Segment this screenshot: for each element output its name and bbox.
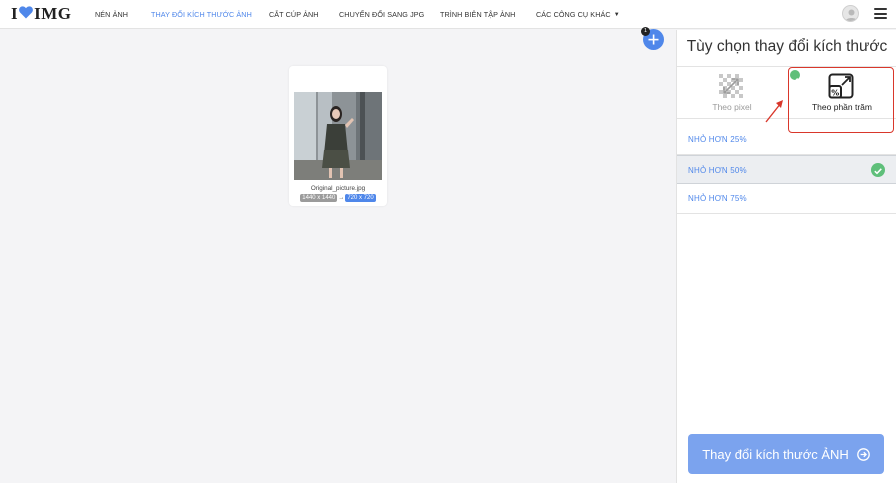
selected-check-icon bbox=[871, 162, 885, 177]
image-workspace: Original_picture.jpg 1440 x 1440 → 720 x 7… bbox=[0, 30, 676, 483]
mode-by-percentage[interactable]: % Theo phần trăm bbox=[787, 67, 896, 119]
caret-down-icon: ▼ bbox=[613, 12, 620, 18]
svg-text:%: % bbox=[831, 89, 839, 98]
logo-text-left: I bbox=[11, 4, 19, 23]
option-50-percent[interactable]: NHỎ HƠN 50% bbox=[677, 154, 896, 184]
site-logo[interactable]: I IMG bbox=[11, 4, 72, 24]
panel-title: Tùy chọn thay đổi kích thước bbox=[686, 38, 888, 55]
percentage-options-list: NHỎ HƠN 25% NHỎ HƠN 50% NHỎ HƠN 75% bbox=[677, 125, 896, 214]
check-icon bbox=[790, 70, 800, 83]
hamburger-line bbox=[874, 12, 887, 15]
mode-by-pixel[interactable]: Theo pixel bbox=[677, 67, 787, 119]
file-name: Original_picture.jpg bbox=[310, 185, 366, 192]
option-75-percent[interactable]: NHỎ HƠN 75% bbox=[677, 184, 896, 214]
pixel-resize-icon bbox=[718, 73, 744, 99]
hamburger-line bbox=[874, 17, 887, 19]
top-navbar: I IMG NÉN ẢNH THAY ĐỔI KÍCH THƯỚC ẢNH CẮ… bbox=[0, 0, 896, 29]
arrow-right-circle-icon bbox=[856, 447, 870, 461]
mode-percent-label: Theo phần trăm bbox=[811, 102, 872, 112]
option-25-percent[interactable]: NHỎ HƠN 25% bbox=[677, 125, 896, 155]
image-thumbnail bbox=[294, 92, 382, 180]
resize-images-button[interactable]: Thay đổi kích thước ẢNH bbox=[688, 434, 884, 474]
option-label: NHỎ HƠN 75% bbox=[688, 194, 747, 203]
file-dimensions: 1440 x 1440 → 720 x 720 bbox=[289, 194, 387, 202]
original-size-badge: 1440 x 1440 bbox=[300, 194, 338, 202]
image-count-badge: 1 bbox=[641, 27, 650, 36]
nav-editor[interactable]: TRÌNH BIÊN TẬP ẢNH bbox=[440, 10, 515, 19]
resize-mode-selector: Theo pixel % Theo phần trăm bbox=[677, 66, 896, 119]
nav-compress[interactable]: NÉN ẢNH bbox=[95, 10, 128, 19]
nav-convert-jpg[interactable]: CHUYỂN ĐỔI SANG JPG bbox=[339, 10, 424, 19]
nav-more-tools[interactable]: CÁC CÔNG CỤ KHÁC ▼ bbox=[536, 10, 620, 19]
option-label: NHỎ HƠN 25% bbox=[688, 135, 747, 144]
heart-icon bbox=[19, 4, 34, 24]
mode-pixel-label: Theo pixel bbox=[712, 102, 752, 112]
percent-resize-icon: % bbox=[828, 73, 854, 99]
nav-more-tools-label: CÁC CÔNG CỤ KHÁC bbox=[536, 10, 611, 19]
option-label: NHỎ HƠN 50% bbox=[688, 165, 747, 175]
hamburger-menu-icon[interactable] bbox=[874, 8, 887, 19]
file-card[interactable]: Original_picture.jpg 1440 x 1440 → 720 x 7… bbox=[289, 66, 387, 206]
nav-crop[interactable]: CẮT CÚP ẢNH bbox=[269, 10, 319, 19]
logo-text-right: IMG bbox=[34, 4, 72, 23]
new-size-badge: 720 x 720 bbox=[345, 194, 376, 202]
arrow-right-icon: → bbox=[338, 195, 345, 201]
nav-resize[interactable]: THAY ĐỔI KÍCH THƯỚC ẢNH bbox=[151, 10, 252, 19]
hamburger-line bbox=[874, 8, 887, 10]
resize-options-panel: Tùy chọn thay đổi kích thước Theo pixel … bbox=[676, 30, 896, 483]
resize-button-label: Thay đổi kích thước ẢNH bbox=[702, 446, 849, 462]
user-avatar-icon[interactable] bbox=[842, 5, 859, 22]
